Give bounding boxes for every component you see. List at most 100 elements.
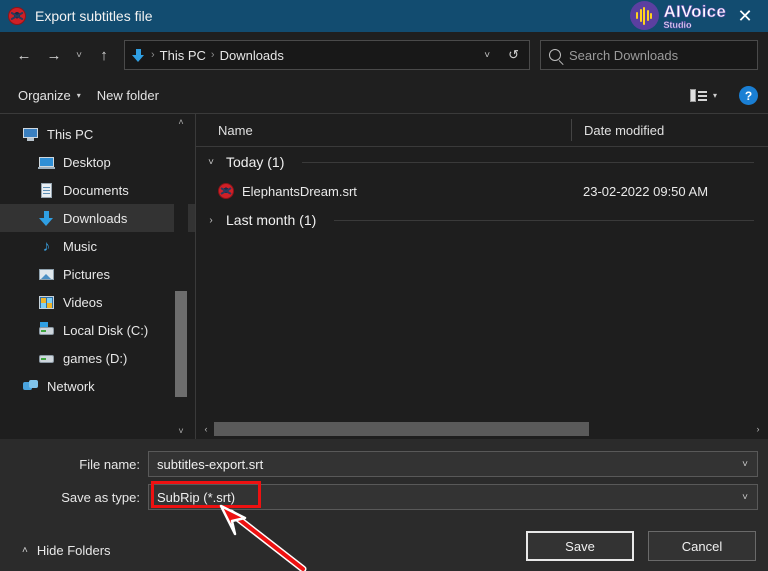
column-header-name[interactable]: Name bbox=[196, 123, 571, 138]
pictures-icon bbox=[38, 266, 55, 283]
organize-button[interactable]: Organize ▾ bbox=[10, 84, 89, 107]
brand-name: AIVoice bbox=[663, 1, 726, 21]
search-input[interactable]: Search Downloads bbox=[569, 48, 678, 63]
file-name-cell[interactable]: ElephantsDream.srt bbox=[196, 183, 571, 199]
sidebar-item-label: Desktop bbox=[63, 154, 111, 170]
scrollbar-thumb[interactable] bbox=[175, 291, 187, 397]
help-icon[interactable]: ? bbox=[739, 86, 758, 105]
breadcrumb-downloads[interactable]: Downloads bbox=[220, 48, 284, 63]
file-name-row: File name: subtitles-export.srt ˅ bbox=[0, 451, 768, 477]
documents-icon bbox=[38, 182, 55, 199]
file-list-pane: Name Date modified ˅ Today (1) Elephants… bbox=[196, 114, 768, 439]
dialog-footer: File name: subtitles-export.srt ˅ Save a… bbox=[0, 439, 768, 571]
address-bar[interactable]: › This PC › Downloads ˅ ↺ bbox=[124, 40, 530, 70]
brand-subtitle: Studio bbox=[663, 19, 692, 30]
chevron-down-icon[interactable]: ˅ bbox=[476, 50, 498, 61]
dialog-buttons: Save Cancel bbox=[526, 531, 756, 561]
column-header-date-modified[interactable]: Date modified bbox=[571, 119, 768, 141]
back-button[interactable]: ← bbox=[10, 40, 38, 70]
save-as-type-row: Save as type: SubRip (*.srt) ˅ bbox=[0, 484, 768, 510]
sidebar-item-pictures[interactable]: Pictures bbox=[0, 260, 196, 288]
downloads-icon bbox=[38, 210, 55, 227]
scroll-left-icon[interactable]: ‹ bbox=[198, 424, 214, 434]
group-header-last-month[interactable]: › Last month (1) bbox=[196, 205, 768, 235]
chevron-down-icon[interactable]: ˅ bbox=[742, 459, 757, 470]
breadcrumb-this-pc[interactable]: This PC bbox=[160, 48, 206, 63]
sidebar-item-label: games (D:) bbox=[63, 350, 128, 366]
chevron-up-icon: ˄ bbox=[22, 545, 28, 556]
table-row[interactable]: ElephantsDream.srt 23-02-2022 09:50 AM bbox=[196, 177, 768, 205]
cancel-button[interactable]: Cancel bbox=[648, 531, 756, 561]
chevron-down-icon[interactable]: ˅ bbox=[204, 157, 218, 168]
downloads-icon bbox=[131, 48, 146, 63]
network-icon bbox=[22, 378, 39, 395]
sidebar-item-local-disk-c[interactable]: Local Disk (C:) bbox=[0, 316, 196, 344]
music-icon: ♪ bbox=[42, 237, 51, 255]
column-headers: Name Date modified bbox=[196, 114, 768, 146]
chevron-down-icon: ▾ bbox=[76, 91, 81, 100]
scroll-right-icon[interactable]: › bbox=[750, 424, 766, 434]
search-box[interactable]: Search Downloads bbox=[540, 40, 758, 70]
save-as-type-label: Save as type: bbox=[61, 489, 140, 505]
breadcrumb-separator: › bbox=[151, 49, 155, 61]
scrollbar-track[interactable] bbox=[174, 130, 188, 423]
videos-icon bbox=[38, 294, 55, 311]
sidebar-item-label: This PC bbox=[47, 126, 94, 142]
recent-locations-button[interactable]: ˅ bbox=[70, 40, 88, 70]
sidebar-scrollbar[interactable]: ˄ ˅ bbox=[174, 114, 188, 439]
refresh-icon[interactable]: ↺ bbox=[502, 47, 525, 63]
command-toolbar: Organize ▾ New folder ▾ ? bbox=[0, 78, 768, 114]
waveform-icon bbox=[629, 1, 659, 30]
close-icon[interactable]: ✕ bbox=[728, 0, 762, 32]
sidebar-item-label: Local Disk (C:) bbox=[63, 322, 149, 338]
desktop-icon bbox=[38, 154, 55, 171]
sidebar-item-label: Downloads bbox=[63, 210, 128, 226]
chevron-right-icon[interactable]: › bbox=[204, 215, 218, 226]
view-list-icon bbox=[689, 89, 707, 102]
sidebar-item-desktop[interactable]: Desktop bbox=[0, 148, 196, 176]
search-icon bbox=[549, 49, 561, 61]
sidebar-item-label: Network bbox=[47, 378, 95, 394]
organize-label: Organize bbox=[18, 88, 71, 103]
file-name-label: File name: bbox=[79, 456, 140, 472]
scroll-up-icon[interactable]: ˄ bbox=[174, 114, 188, 130]
forward-button[interactable]: → bbox=[40, 40, 68, 70]
file-name-value: subtitles-export.srt bbox=[157, 456, 264, 472]
scroll-down-icon[interactable]: ˅ bbox=[174, 423, 188, 439]
sidebar-item-label: Music bbox=[63, 238, 97, 254]
hide-folders-button[interactable]: ˄ Hide Folders bbox=[22, 543, 111, 558]
title-bar: Export subtitles file AIVoice Studio ✕ bbox=[0, 0, 768, 32]
group-label: Today (1) bbox=[226, 154, 285, 170]
file-list-horizontal-scrollbar[interactable]: ‹ › bbox=[196, 419, 768, 439]
scrollbar-thumb[interactable] bbox=[214, 422, 590, 436]
sidebar-item-label: Documents bbox=[63, 182, 129, 198]
sidebar-item-downloads[interactable]: Downloads bbox=[0, 204, 196, 232]
pc-icon bbox=[22, 126, 39, 143]
drive-windows-icon bbox=[38, 321, 55, 339]
sidebar-item-label: Videos bbox=[63, 294, 103, 310]
sidebar-item-documents[interactable]: Documents bbox=[0, 176, 196, 204]
save-as-type-select[interactable]: SubRip (*.srt) ˅ bbox=[148, 484, 758, 510]
file-name-input[interactable]: subtitles-export.srt ˅ bbox=[148, 451, 758, 477]
sidebar-item-this-pc[interactable]: This PC bbox=[0, 120, 196, 148]
save-as-type-value: SubRip (*.srt) bbox=[157, 489, 236, 505]
export-subtitles-dialog: Export subtitles file AIVoice Studio ✕ ←… bbox=[0, 0, 768, 571]
aivoice-studio-logo: AIVoice Studio bbox=[629, 1, 726, 30]
up-button[interactable]: ↑ bbox=[90, 40, 118, 70]
hide-folders-label: Hide Folders bbox=[36, 543, 111, 558]
group-header-today[interactable]: ˅ Today (1) bbox=[196, 147, 768, 177]
vlc-cone-icon bbox=[218, 183, 234, 199]
chevron-down-icon[interactable]: ˅ bbox=[742, 492, 757, 503]
sidebar-item-games-d[interactable]: games (D:) bbox=[0, 344, 196, 372]
sidebar-item-videos[interactable]: Videos bbox=[0, 288, 196, 316]
scrollbar-track[interactable] bbox=[214, 422, 750, 436]
new-folder-button[interactable]: New folder bbox=[89, 84, 167, 107]
save-button[interactable]: Save bbox=[526, 531, 634, 561]
sidebar-item-network[interactable]: Network bbox=[0, 372, 196, 400]
breadcrumb-separator: › bbox=[210, 49, 215, 61]
chevron-down-icon: ▾ bbox=[712, 91, 717, 100]
sidebar-item-music[interactable]: ♪ Music bbox=[0, 232, 196, 260]
navigation-pane: This PC Desktop Documents Downloads ♪ Mu… bbox=[0, 114, 196, 439]
view-layout-button[interactable]: ▾ bbox=[682, 85, 725, 106]
new-folder-label: New folder bbox=[96, 88, 159, 103]
